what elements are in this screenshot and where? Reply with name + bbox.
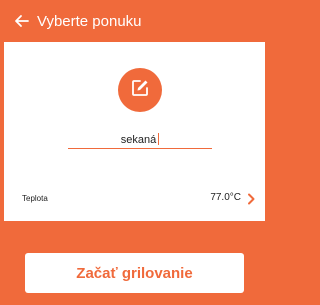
app-screen: Vyberte ponuku sekaná Teplota 77.0°C Zač… [0, 0, 269, 305]
page-title: Vyberte ponuku [37, 13, 142, 30]
name-input-value: sekaná [120, 134, 157, 146]
name-input[interactable]: sekaná [68, 130, 212, 149]
arrow-left-icon[interactable] [13, 12, 31, 30]
text-caret [158, 133, 160, 145]
temperature-row[interactable]: Teplota 77.0°C [4, 192, 265, 206]
edit-icon [130, 78, 150, 103]
start-grilling-button[interactable]: Začať grilovanie [25, 253, 244, 293]
temperature-label: Teplota [22, 194, 48, 203]
temperature-value: 77.0°C [210, 192, 241, 203]
app-header: Vyberte ponuku [4, 2, 265, 42]
edit-button[interactable] [118, 68, 162, 112]
menu-card: sekaná Teplota 77.0°C [4, 42, 265, 221]
chevron-right-icon [246, 192, 256, 205]
